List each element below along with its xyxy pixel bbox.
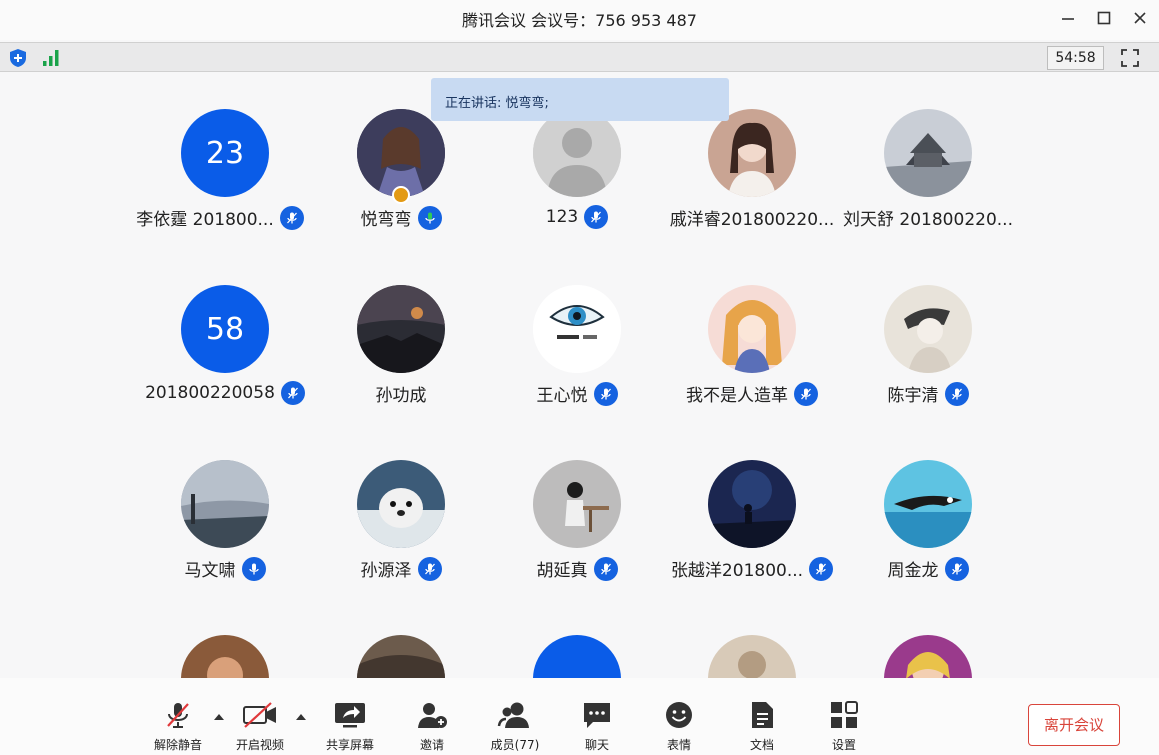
participant-name: 悦弯弯 [360, 210, 412, 230]
participant-name: 马文啸 [184, 561, 236, 581]
signal-strength-icon[interactable] [40, 47, 62, 69]
avatar [357, 635, 445, 678]
members-icon [497, 702, 529, 728]
avatar [533, 635, 621, 678]
speaking-indicator: 正在讲话: 悦弯弯; [431, 78, 729, 121]
avatar [357, 109, 445, 197]
minimize-icon [1062, 18, 1074, 20]
reactions-button[interactable]: 表情 [644, 698, 714, 753]
mic-muted-icon[interactable] [279, 205, 304, 230]
participant-name: 201800220058 [145, 383, 275, 403]
participant-name: 123 [545, 207, 579, 227]
mic-muted-icon[interactable] [417, 556, 442, 581]
avatar: 58 [181, 285, 269, 373]
members-button[interactable]: 成员(77) [480, 698, 550, 753]
unmute-button[interactable]: 解除静音 [143, 698, 213, 753]
close-button[interactable] [1123, 6, 1157, 30]
audio-options-caret-icon[interactable] [213, 712, 225, 722]
chat-icon [584, 703, 610, 728]
start-video-button[interactable]: 开启视频 [225, 698, 295, 753]
invite-user-icon [418, 703, 447, 728]
avatar [884, 285, 972, 373]
security-shield-icon[interactable] [7, 47, 29, 69]
avatar [357, 285, 445, 373]
mic-muted-icon[interactable] [593, 556, 618, 581]
mic-icon[interactable] [241, 556, 266, 581]
smiley-icon [666, 702, 692, 728]
avatar [884, 635, 972, 678]
mic-speaking-icon[interactable] [417, 205, 442, 230]
chat-button[interactable]: 聊天 [562, 698, 632, 753]
participant-name: 我不是人造革 [686, 386, 788, 406]
video-options-caret-icon[interactable] [295, 712, 307, 722]
participant-grid: 23 李依霆 201800... 悦弯弯 123 戚洋睿201800220...… [0, 72, 1159, 678]
status-bar: 54:58 [0, 42, 1159, 72]
maximize-icon [1097, 11, 1111, 25]
avatar [533, 285, 621, 373]
avatar [533, 109, 621, 197]
avatar [357, 460, 445, 548]
host-badge-icon [392, 186, 410, 204]
participant-name: 戚洋睿201800220... [669, 210, 835, 230]
mic-muted-icon[interactable] [584, 205, 609, 229]
close-icon [1134, 12, 1146, 24]
mic-muted-icon[interactable] [944, 381, 969, 406]
participant-name: 孙功成 [375, 386, 427, 406]
avatar [708, 635, 796, 678]
participant-name: 刘天舒 201800220... [843, 210, 1013, 230]
meeting-timer: 54:58 [1047, 46, 1104, 70]
mic-muted-icon[interactable] [280, 381, 305, 405]
minimize-button[interactable] [1051, 6, 1085, 30]
maximize-button[interactable] [1087, 6, 1121, 30]
participant-name: 胡延真 [536, 561, 588, 581]
invite-button[interactable]: 邀请 [397, 698, 467, 753]
settings-button[interactable]: 设置 [809, 698, 879, 753]
camera-off-icon [243, 702, 276, 728]
avatar [884, 460, 972, 548]
mic-muted-icon[interactable] [944, 556, 969, 581]
avatar [884, 109, 972, 197]
title-bar: 腾讯会议 会议号：756 953 487 [0, 0, 1159, 40]
meeting-toolbar: 解除静音 开启视频 共享屏幕 邀请 成员(77) 聊天 表情 文档 设置 离开会… [0, 678, 1159, 755]
participant-name: 张越洋201800... [670, 561, 804, 581]
fullscreen-icon [1121, 49, 1139, 67]
window-title: 腾讯会议 会议号：756 953 487 [462, 11, 697, 30]
avatar [533, 460, 621, 548]
fullscreen-button[interactable] [1119, 47, 1141, 69]
avatar [708, 109, 796, 197]
leave-meeting-button[interactable]: 离开会议 [1028, 704, 1120, 746]
mic-muted-icon[interactable] [809, 556, 834, 581]
avatar [181, 460, 269, 548]
avatar [181, 635, 269, 678]
mic-muted-icon[interactable] [593, 381, 618, 406]
avatar [708, 460, 796, 548]
mic-muted-icon[interactable] [794, 381, 818, 406]
participant-name: 陈宇清 [887, 386, 939, 406]
document-icon [752, 702, 773, 728]
documents-button[interactable]: 文档 [727, 698, 797, 753]
share-screen-icon [335, 703, 365, 728]
share-screen-button[interactable]: 共享屏幕 [315, 698, 385, 753]
participant-name: 周金龙 [887, 561, 939, 581]
avatar [708, 285, 796, 373]
participant-name: 孙源泽 [360, 561, 412, 581]
avatar: 23 [181, 109, 269, 197]
settings-grid-icon [831, 701, 858, 728]
mic-muted-icon [167, 703, 189, 728]
participant-name: 李依霆 201800... [136, 210, 274, 230]
participant-name: 王心悦 [536, 386, 588, 406]
